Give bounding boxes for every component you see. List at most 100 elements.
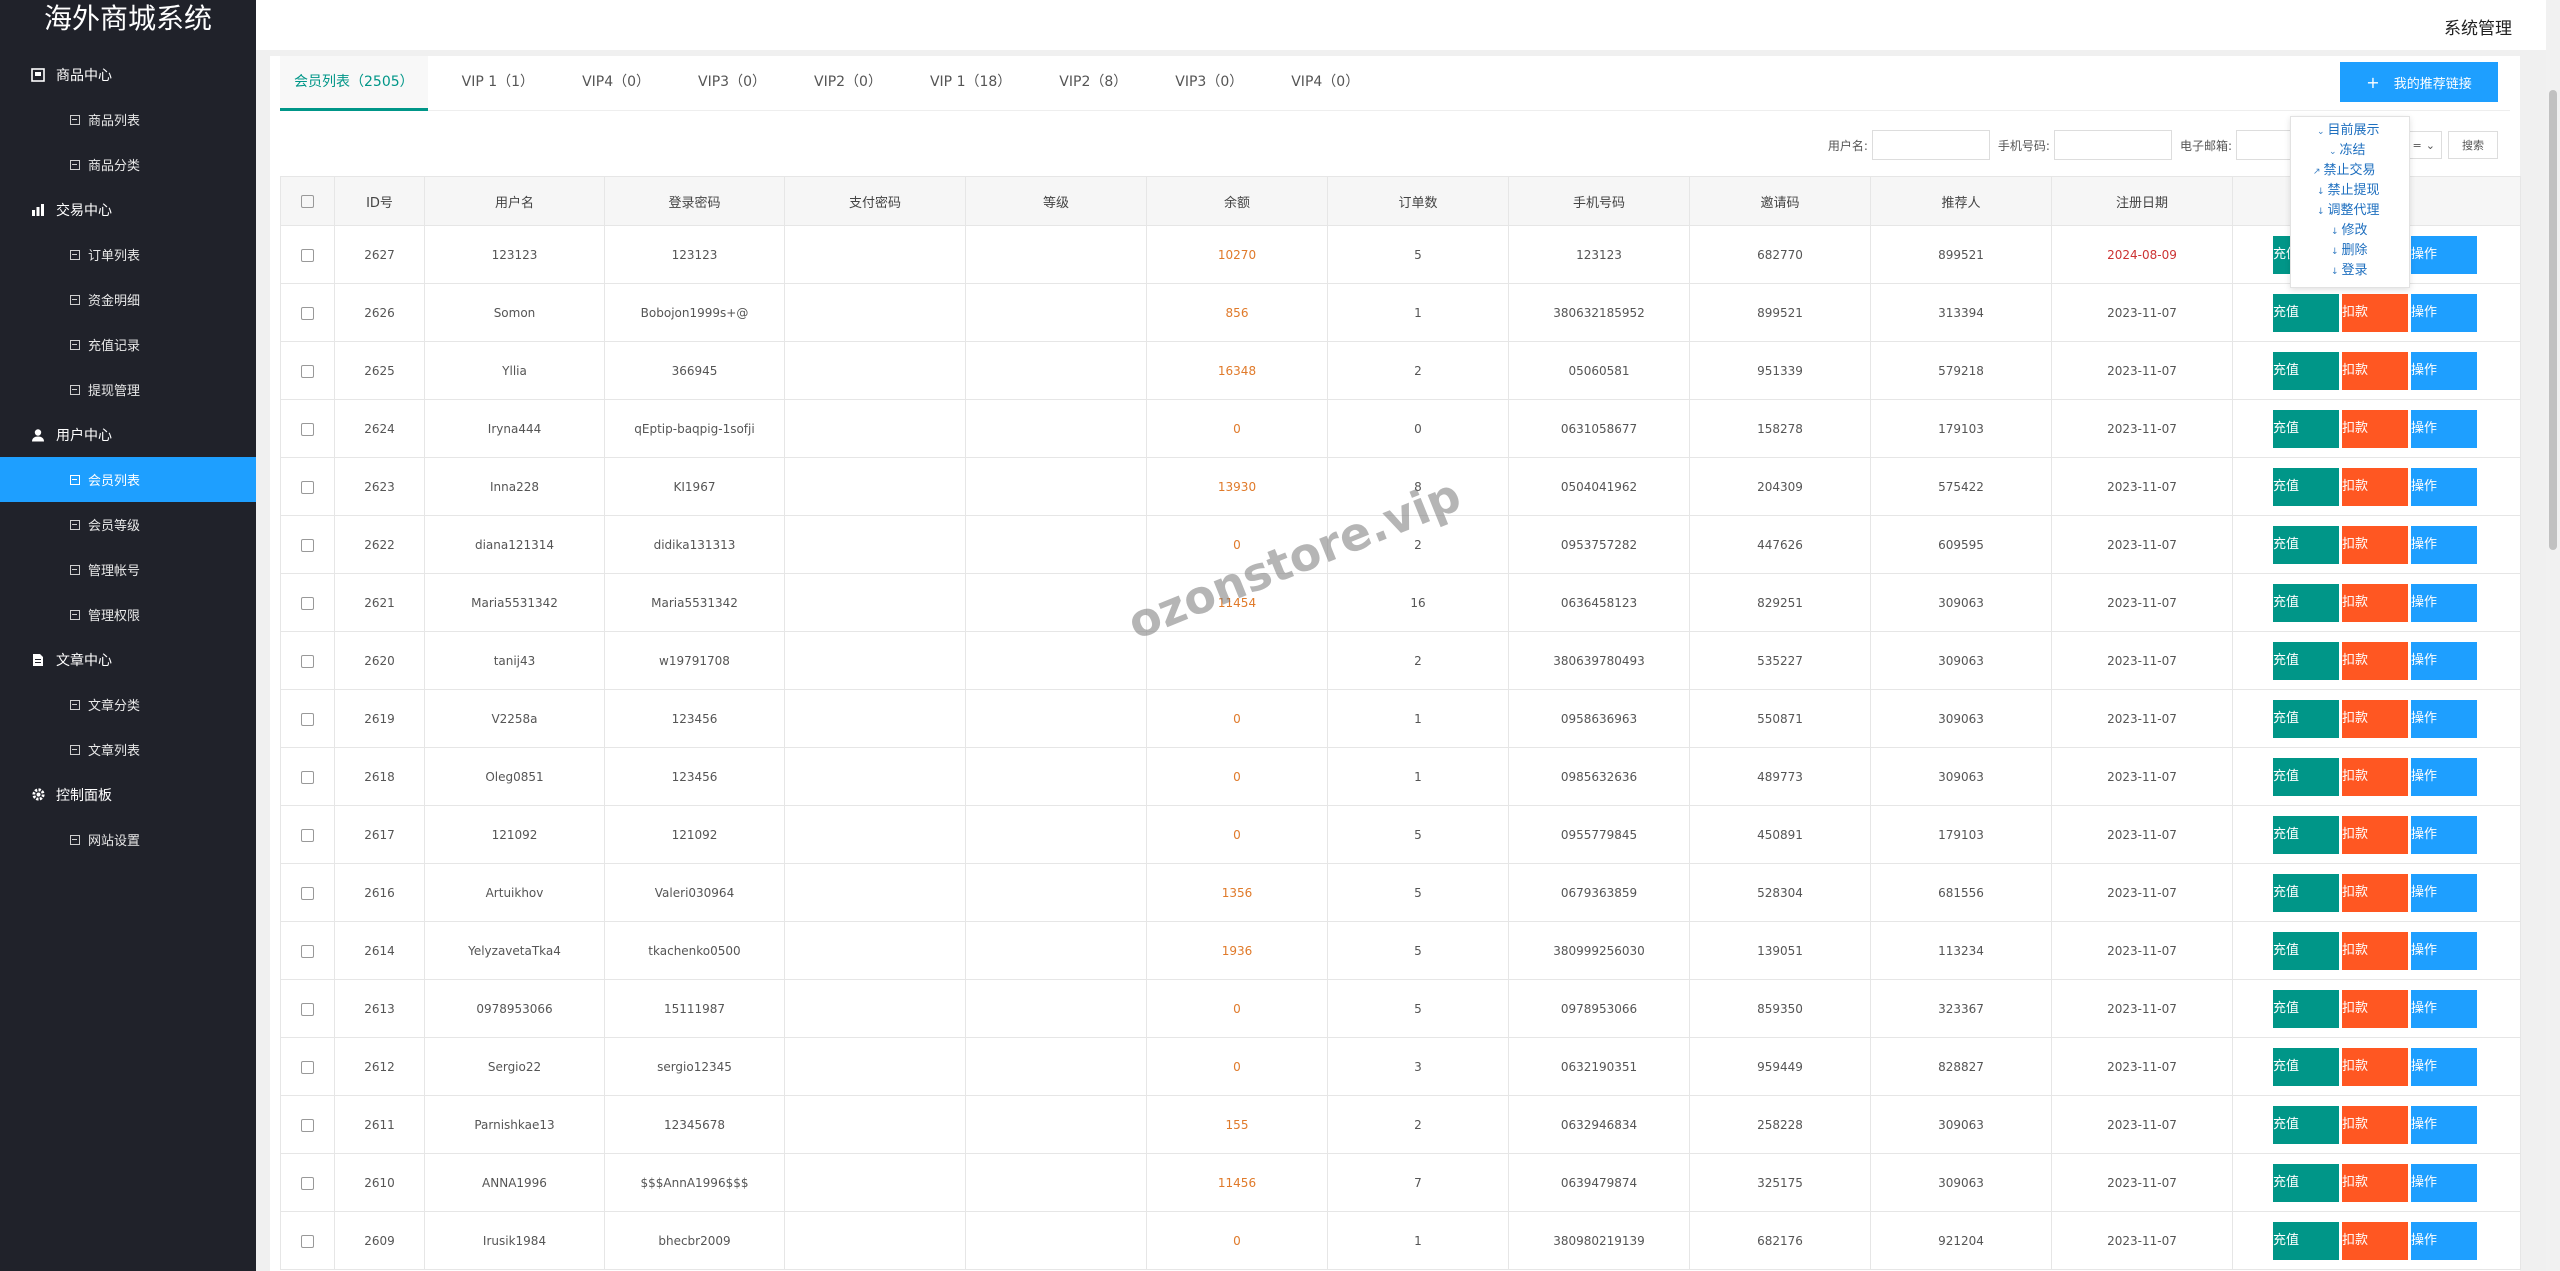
dropdown-item-7[interactable]: ↓ 登录 — [2291, 261, 2409, 281]
tab-5[interactable]: VIP 1（18） — [916, 56, 1025, 111]
recharge-button[interactable]: 充值 — [2273, 1105, 2339, 1144]
operate-button[interactable]: 操作 — [2411, 583, 2477, 622]
recharge-button[interactable]: 充值 — [2273, 583, 2339, 622]
row-checkbox[interactable] — [301, 538, 314, 552]
operate-button[interactable]: 操作 — [2411, 351, 2477, 390]
deduct-button[interactable]: 扣款 — [2342, 409, 2408, 448]
sidebar-item-2-3[interactable]: 管理权限 — [0, 592, 256, 637]
tab-0[interactable]: 会员列表（2505） — [280, 56, 428, 111]
recommend-link-button[interactable]: + 我的推荐链接 — [2340, 62, 2498, 102]
operate-button[interactable]: 操作 — [2411, 1047, 2477, 1086]
recharge-button[interactable]: 充值 — [2273, 931, 2339, 970]
recharge-button[interactable]: 充值 — [2273, 873, 2339, 912]
menu-group-4[interactable]: 控制面板 — [0, 772, 256, 817]
sidebar-item-1-2[interactable]: 充值记录 — [0, 322, 256, 367]
row-checkbox[interactable] — [301, 770, 314, 784]
menu-group-2[interactable]: 用户中心 — [0, 412, 256, 457]
operate-button[interactable]: 操作 — [2411, 235, 2477, 274]
sidebar-item-3-1[interactable]: 文章列表 — [0, 727, 256, 772]
row-checkbox[interactable] — [301, 1002, 314, 1016]
row-checkbox[interactable] — [301, 248, 314, 262]
dropdown-item-6[interactable]: ↓ 删除 — [2291, 241, 2409, 261]
dropdown-item-3[interactable]: ↓ 禁止提现 — [2291, 181, 2409, 201]
sidebar-item-3-0[interactable]: 文章分类 — [0, 682, 256, 727]
row-checkbox[interactable] — [301, 1060, 314, 1074]
recharge-button[interactable]: 充值 — [2273, 1221, 2339, 1260]
tab-7[interactable]: VIP3（0） — [1161, 56, 1257, 111]
sidebar-item-2-0[interactable]: 会员列表 — [0, 457, 256, 502]
deduct-button[interactable]: 扣款 — [2342, 293, 2408, 332]
recharge-button[interactable]: 充值 — [2273, 641, 2339, 680]
operate-button[interactable]: 操作 — [2411, 1105, 2477, 1144]
sidebar-item-4-0[interactable]: 网站设置 — [0, 817, 256, 862]
username-input[interactable] — [1871, 130, 1990, 160]
sidebar-item-1-3[interactable]: 提现管理 — [0, 367, 256, 412]
dropdown-item-4[interactable]: ↓ 调整代理 — [2291, 201, 2409, 221]
operate-button[interactable]: 操作 — [2411, 699, 2477, 738]
search-button[interactable]: 搜索 — [2448, 131, 2498, 159]
recharge-button[interactable]: 充值 — [2273, 757, 2339, 796]
row-checkbox[interactable] — [301, 828, 314, 842]
sidebar-item-1-1[interactable]: 资金明细 — [0, 277, 256, 322]
deduct-button[interactable]: 扣款 — [2342, 931, 2408, 970]
scrollbar-thumb[interactable] — [2549, 90, 2557, 550]
select-all-checkbox[interactable] — [301, 194, 314, 208]
deduct-button[interactable]: 扣款 — [2342, 351, 2408, 390]
deduct-button[interactable]: 扣款 — [2342, 815, 2408, 854]
recharge-button[interactable]: 充值 — [2273, 1163, 2339, 1202]
tab-1[interactable]: VIP 1（1） — [448, 56, 548, 111]
recharge-button[interactable]: 充值 — [2273, 525, 2339, 564]
dropdown-item-1[interactable]: ⌄ 冻结 — [2291, 141, 2409, 161]
deduct-button[interactable]: 扣款 — [2342, 699, 2408, 738]
operate-button[interactable]: 操作 — [2411, 931, 2477, 970]
deduct-button[interactable]: 扣款 — [2342, 641, 2408, 680]
operate-button[interactable]: 操作 — [2411, 293, 2477, 332]
row-checkbox[interactable] — [301, 422, 314, 436]
operate-button[interactable]: 操作 — [2411, 467, 2477, 506]
recharge-button[interactable]: 充值 — [2273, 409, 2339, 448]
sidebar-item-1-0[interactable]: 订单列表 — [0, 232, 256, 277]
row-checkbox[interactable] — [301, 364, 314, 378]
operate-button[interactable]: 操作 — [2411, 525, 2477, 564]
deduct-button[interactable]: 扣款 — [2342, 583, 2408, 622]
operate-button[interactable]: 操作 — [2411, 815, 2477, 854]
deduct-button[interactable]: 扣款 — [2342, 1221, 2408, 1260]
page-scrollbar[interactable] — [2546, 0, 2560, 1271]
menu-group-0[interactable]: 商品中心 — [0, 52, 256, 97]
operate-button[interactable]: 操作 — [2411, 757, 2477, 796]
deduct-button[interactable]: 扣款 — [2342, 989, 2408, 1028]
system-management-link[interactable]: 系统管理 — [2444, 14, 2512, 39]
row-checkbox[interactable] — [301, 712, 314, 726]
deduct-button[interactable]: 扣款 — [2342, 1105, 2408, 1144]
recharge-button[interactable]: 充值 — [2273, 989, 2339, 1028]
recharge-button[interactable]: 充值 — [2273, 815, 2339, 854]
recharge-button[interactable]: 充值 — [2273, 467, 2339, 506]
tab-8[interactable]: VIP4（0） — [1277, 56, 1373, 111]
row-checkbox[interactable] — [301, 654, 314, 668]
tab-4[interactable]: VIP2（0） — [800, 56, 896, 111]
row-checkbox[interactable] — [301, 596, 314, 610]
operate-button[interactable]: 操作 — [2411, 873, 2477, 912]
row-checkbox[interactable] — [301, 944, 314, 958]
deduct-button[interactable]: 扣款 — [2342, 525, 2408, 564]
deduct-button[interactable]: 扣款 — [2342, 1047, 2408, 1086]
dropdown-item-0[interactable]: ⌄ 目前展示 — [2291, 121, 2409, 141]
operate-button[interactable]: 操作 — [2411, 1221, 2477, 1260]
menu-group-1[interactable]: 交易中心 — [0, 187, 256, 232]
dropdown-item-2[interactable]: ↗ 禁止交易 — [2291, 161, 2409, 181]
menu-group-3[interactable]: 文章中心 — [0, 637, 256, 682]
sidebar-item-0-0[interactable]: 商品列表 — [0, 97, 256, 142]
row-checkbox[interactable] — [301, 480, 314, 494]
deduct-button[interactable]: 扣款 — [2342, 1163, 2408, 1202]
row-checkbox[interactable] — [301, 886, 314, 900]
row-checkbox[interactable] — [301, 1176, 314, 1190]
sidebar-item-2-1[interactable]: 会员等级 — [0, 502, 256, 547]
operate-button[interactable]: 操作 — [2411, 409, 2477, 448]
tab-6[interactable]: VIP2（8） — [1045, 56, 1141, 111]
deduct-button[interactable]: 扣款 — [2342, 873, 2408, 912]
row-checkbox[interactable] — [301, 1234, 314, 1248]
deduct-button[interactable]: 扣款 — [2342, 757, 2408, 796]
recharge-button[interactable]: 充值 — [2273, 1047, 2339, 1086]
tab-2[interactable]: VIP4（0） — [568, 56, 664, 111]
recharge-button[interactable]: 充值 — [2273, 351, 2339, 390]
